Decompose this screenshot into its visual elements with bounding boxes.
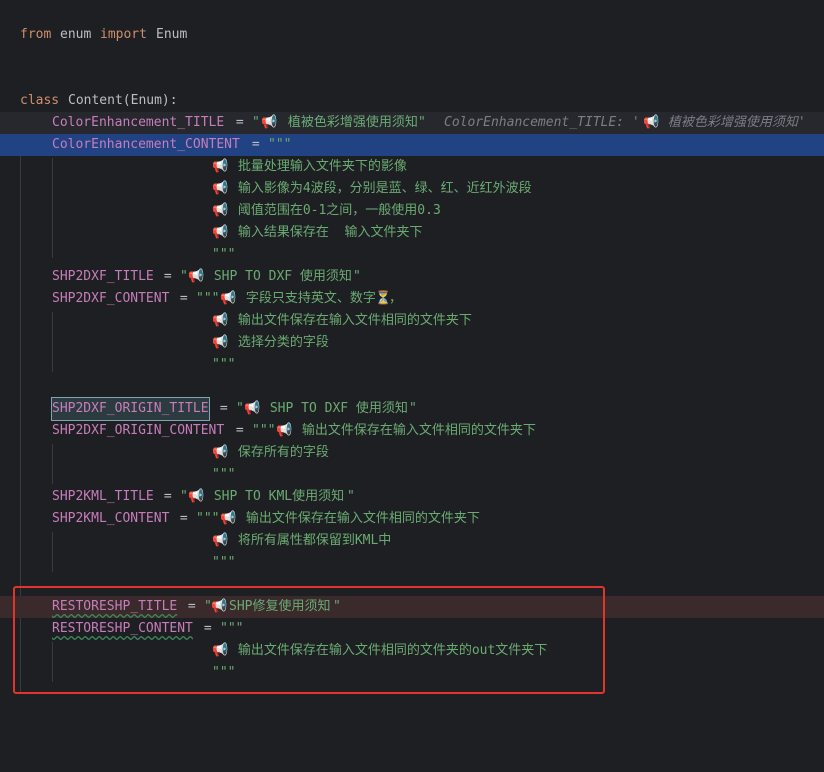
- megaphone-icon: 📢: [212, 159, 229, 174]
- megaphone-icon: 📢: [212, 445, 229, 460]
- string-value: 批量处理输入文件夹下的影像: [230, 159, 407, 174]
- string-value: 阈值范围在0-1之间，一般使用0.3: [230, 203, 441, 218]
- string-quote: ": [409, 401, 417, 416]
- triple-quote: """: [268, 137, 292, 152]
- triple-quote: """: [196, 291, 220, 306]
- code-line-content[interactable]: 📢 输入影像为4波段，分别是蓝、绿、红、近红外波段: [0, 178, 824, 200]
- triple-quote: """: [212, 357, 236, 372]
- string-quote: ": [353, 269, 361, 284]
- code-line-close[interactable]: """: [0, 552, 824, 574]
- string-value: 输入影像为4波段，分别是蓝、绿、红、近红外波段: [230, 181, 532, 196]
- attr-name: SHP2DXF_CONTENT: [52, 291, 170, 306]
- assign-op: =: [228, 423, 252, 438]
- code-line-shp2kml-content[interactable]: SHP2KML_CONTENT = """ 📢 输出文件保存在输入文件相同的文件…: [0, 508, 824, 530]
- code-line-shp2dxf-origin-content[interactable]: SHP2DXF_ORIGIN_CONTENT = """ 📢 输出文件保存在输入…: [0, 420, 824, 442]
- string-value: 输出文件保存在输入文件相同的文件夹下: [294, 423, 536, 438]
- code-line-shp2dxf-title[interactable]: SHP2DXF_TITLE = " 📢 SHP TO DXF 使用须知 ": [0, 266, 824, 288]
- class-declaration: Content(Enum):: [68, 93, 178, 108]
- assign-op: =: [228, 115, 252, 130]
- assign-op: =: [156, 269, 180, 284]
- megaphone-icon: 📢: [220, 511, 237, 526]
- assign-op: =: [172, 291, 196, 306]
- attr-name: SHP2DXF_ORIGIN_CONTENT: [52, 423, 225, 438]
- megaphone-icon: 📢: [188, 269, 205, 284]
- megaphone-icon: 📢: [244, 401, 261, 416]
- string-value: SHP TO KML使用须知: [206, 489, 345, 504]
- code-line-close[interactable]: """: [0, 354, 824, 376]
- keyword-from: from: [20, 27, 52, 42]
- code-line-shp2dxf-origin-title[interactable]: SHP2DXF_ORIGIN_TITLE = " 📢 SHP TO DXF 使用…: [0, 397, 824, 421]
- code-line-content[interactable]: 📢 选择分类的字段: [0, 332, 824, 354]
- string-value: ，: [389, 291, 403, 306]
- megaphone-icon: 📢: [212, 225, 229, 240]
- module-name: enum: [60, 27, 92, 42]
- triple-quote: """: [212, 555, 236, 570]
- megaphone-icon: 📢: [212, 181, 229, 196]
- keyword-class: class: [20, 93, 60, 108]
- annotation-highlight-box: [13, 586, 605, 694]
- megaphone-icon: 📢: [220, 291, 237, 306]
- string-value: 字段只支持英文、数字: [238, 291, 376, 306]
- attr-name: SHP2DXF_TITLE: [52, 269, 154, 284]
- attr-name: ColorEnhancement_CONTENT: [52, 137, 240, 152]
- inlay-hint: ColorEnhancement_TITLE: ': [444, 115, 640, 130]
- string-value: 输出文件保存在输入文件相同的文件夹下: [230, 313, 472, 328]
- megaphone-icon: 📢: [212, 335, 229, 350]
- code-line-content[interactable]: 📢 输出文件保存在输入文件相同的文件夹下: [0, 310, 824, 332]
- code-line-colorenhancement-title[interactable]: ColorEnhancement_TITLE = " 📢 植被色彩增强使用须知 …: [0, 112, 824, 134]
- assign-op: =: [244, 137, 268, 152]
- triple-quote: """: [196, 511, 220, 526]
- import-name: Enum: [156, 27, 188, 42]
- triple-quote: """: [252, 423, 276, 438]
- megaphone-icon: 📢: [643, 115, 660, 130]
- attr-name: ColorEnhancement_TITLE: [52, 115, 225, 130]
- inlay-hint-text: 植被色彩增强使用须知': [660, 115, 806, 130]
- megaphone-icon: 📢: [276, 423, 293, 438]
- string-quote: ": [347, 489, 355, 504]
- megaphone-icon: 📢: [188, 489, 205, 504]
- code-line-colorenhancement-content[interactable]: ColorEnhancement_CONTENT = """: [0, 134, 824, 156]
- code-line-class[interactable]: class Content(Enum):: [0, 90, 824, 112]
- code-line-import[interactable]: from enum import Enum: [0, 24, 824, 46]
- megaphone-icon: 📢: [212, 533, 229, 548]
- string-quote: ": [180, 269, 188, 284]
- triple-quote: """: [212, 247, 236, 262]
- string-value: 将所有属性都保留到KML中: [230, 533, 392, 548]
- code-line-close[interactable]: """: [0, 464, 824, 486]
- assign-op: =: [172, 511, 196, 526]
- code-line-shp2kml-title[interactable]: SHP2KML_TITLE = " 📢 SHP TO KML使用须知 ": [0, 486, 824, 508]
- attr-name: SHP2KML_TITLE: [52, 489, 154, 504]
- string-value: 选择分类的字段: [230, 335, 329, 350]
- keyword-import: import: [100, 27, 147, 42]
- string-value: 植被色彩增强使用须知: [280, 115, 418, 130]
- string-value: 保存所有的字段: [230, 445, 329, 460]
- megaphone-icon: 📢: [212, 203, 229, 218]
- attr-name: SHP2DXF_ORIGIN_TITLE: [51, 397, 210, 421]
- code-line-content[interactable]: 📢 输入结果保存在 输入文件夹下: [0, 222, 824, 244]
- string-quote: ": [236, 401, 244, 416]
- code-line-content[interactable]: 📢 批量处理输入文件夹下的影像: [0, 156, 824, 178]
- megaphone-icon: 📢: [261, 115, 278, 130]
- string-quote: ": [418, 115, 426, 130]
- assign-op: =: [212, 401, 236, 416]
- attr-name: SHP2KML_CONTENT: [52, 511, 170, 526]
- megaphone-icon: 📢: [212, 313, 229, 328]
- code-line-content[interactable]: 📢 将所有属性都保留到KML中: [0, 530, 824, 552]
- code-editor[interactable]: from enum import Enum class Content(Enum…: [0, 0, 824, 700]
- string-quote: ": [180, 489, 188, 504]
- code-line-shp2dxf-content[interactable]: SHP2DXF_CONTENT = """ 📢 字段只支持英文、数字 ⏳ ，: [0, 288, 824, 310]
- code-line-content[interactable]: 📢 阈值范围在0-1之间，一般使用0.3: [0, 200, 824, 222]
- string-quote: ": [252, 115, 260, 130]
- code-line-close[interactable]: """: [0, 244, 824, 266]
- triple-quote: """: [212, 467, 236, 482]
- code-line-content[interactable]: 📢 保存所有的字段: [0, 442, 824, 464]
- string-value: 输入结果保存在 输入文件夹下: [230, 225, 423, 240]
- string-value: 输出文件保存在输入文件相同的文件夹下: [238, 511, 480, 526]
- string-value: SHP TO DXF 使用须知: [206, 269, 352, 284]
- assign-op: =: [156, 489, 180, 504]
- string-value: SHP TO DXF 使用须知: [262, 401, 408, 416]
